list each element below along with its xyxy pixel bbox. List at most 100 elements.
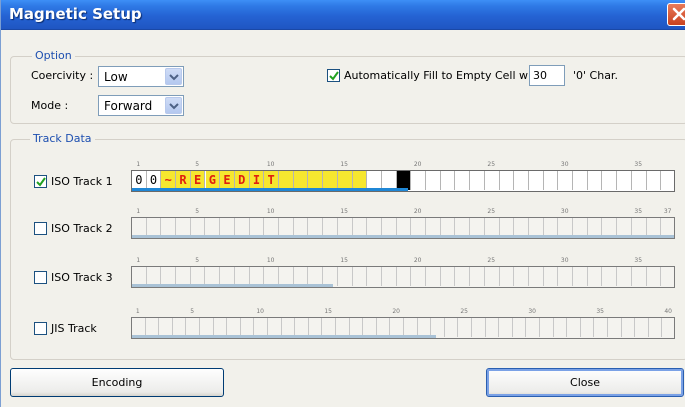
track-cell[interactable] <box>544 267 559 286</box>
ruler-tick: 35 <box>634 257 643 264</box>
track-cell[interactable] <box>567 318 581 337</box>
ruler-tick: 15 <box>340 257 349 264</box>
track-fill-bar <box>132 335 436 338</box>
track-cell[interactable] <box>411 171 427 190</box>
track-cell[interactable] <box>662 318 674 337</box>
track-ruler: 1 5 10 15 20 25 30 35 <box>131 161 675 170</box>
track-cell[interactable] <box>558 267 574 286</box>
ruler-tick: 30 <box>560 257 569 264</box>
track-cell[interactable] <box>588 267 603 286</box>
track-cell[interactable] <box>544 171 559 190</box>
track-cell[interactable] <box>602 171 618 190</box>
ruler-tick: 5 <box>195 161 200 168</box>
close-icon[interactable] <box>667 3 685 26</box>
track-cell[interactable] <box>554 318 568 337</box>
ruler-tick: 20 <box>413 161 422 168</box>
track-cell[interactable] <box>445 318 459 337</box>
track-cell[interactable] <box>573 171 588 190</box>
ruler-tick: 25 <box>487 208 496 215</box>
ruler-tick: 1 <box>136 208 141 215</box>
track-cell[interactable] <box>411 267 427 286</box>
track-ruler: 1 5 10 15 20 25 30 35 40 <box>131 308 675 317</box>
track-fill-bar <box>132 284 333 287</box>
coercivity-value: Low <box>104 70 128 84</box>
ruler-tick: 35 <box>634 208 643 215</box>
track-checkbox[interactable] <box>34 175 47 188</box>
track-cell[interactable] <box>426 267 441 286</box>
track-cell[interactable] <box>635 318 649 337</box>
track-cell[interactable] <box>382 267 397 286</box>
track-checkbox[interactable] <box>34 322 47 335</box>
track-cell[interactable] <box>499 318 513 337</box>
track-cell[interactable] <box>617 171 632 190</box>
ruler-tick: 20 <box>413 208 422 215</box>
track-cell[interactable] <box>581 318 595 337</box>
track-cell[interactable] <box>608 318 622 337</box>
ruler-tick: 25 <box>460 308 469 315</box>
ruler-tick: 20 <box>413 257 422 264</box>
track-cell[interactable] <box>622 318 636 337</box>
track-cell[interactable] <box>500 171 515 190</box>
chevron-down-icon[interactable] <box>165 97 182 114</box>
track-cell[interactable] <box>514 171 529 190</box>
ruler-tick: 5 <box>195 208 200 215</box>
track-cell[interactable] <box>632 267 647 286</box>
track-cell[interactable] <box>485 171 500 190</box>
track-cell[interactable] <box>649 318 663 337</box>
track-cell[interactable] <box>441 267 456 286</box>
track-cell[interactable] <box>397 267 412 286</box>
track-cell[interactable] <box>558 171 574 190</box>
track-cell-grid[interactable]: 0 0 ~ R E G E D I T <box>131 170 675 192</box>
track-cell[interactable] <box>540 318 554 337</box>
track-cell[interactable] <box>485 267 500 286</box>
track-cell[interactable] <box>426 171 441 190</box>
track-cell[interactable] <box>500 267 515 286</box>
track-cell[interactable] <box>441 171 456 190</box>
chevron-down-icon[interactable] <box>165 68 182 85</box>
track-cell[interactable] <box>367 267 382 286</box>
track-cell[interactable] <box>458 318 472 337</box>
ruler-tick: 15 <box>340 208 349 215</box>
autofill-label: Automatically Fill to Empty Cell with <box>344 69 543 82</box>
track-cell-grid[interactable] <box>131 217 675 239</box>
track-ruler: 1 5 10 15 20 25 30 35 37 <box>131 208 675 217</box>
track-cell[interactable] <box>647 267 662 286</box>
track-cell-grid[interactable] <box>131 266 675 288</box>
track-checkbox[interactable] <box>34 271 47 284</box>
track-cell[interactable] <box>455 171 471 190</box>
coercivity-select[interactable]: Low <box>98 66 184 87</box>
track-cell[interactable] <box>617 267 632 286</box>
autofill-checkbox[interactable] <box>327 69 340 82</box>
track-cell[interactable] <box>470 267 485 286</box>
track-cell[interactable] <box>529 267 544 286</box>
track-cell[interactable] <box>514 267 529 286</box>
track-cell[interactable] <box>529 171 544 190</box>
track-cell[interactable] <box>472 318 486 337</box>
track-cell[interactable] <box>455 267 471 286</box>
track-cell[interactable] <box>602 267 618 286</box>
autofill-count-field[interactable] <box>530 66 564 85</box>
autofill-count-input[interactable] <box>529 65 565 86</box>
track-checkbox[interactable] <box>34 222 47 235</box>
track-cell[interactable] <box>470 171 485 190</box>
ruler-tick: 40 <box>664 308 673 315</box>
track-cell[interactable] <box>513 318 527 337</box>
track-cell[interactable] <box>486 318 500 337</box>
encoding-button[interactable]: Encoding <box>10 368 224 397</box>
track-cell[interactable] <box>661 171 674 190</box>
mode-select[interactable]: Forward <box>98 95 184 116</box>
close-button[interactable]: Close <box>486 368 684 397</box>
track-cell[interactable] <box>647 171 662 190</box>
track-cell-grid[interactable] <box>131 317 675 339</box>
autofill-suffix: '0' Char. <box>573 69 618 82</box>
track-cell[interactable] <box>661 267 674 286</box>
track-cell[interactable] <box>632 171 647 190</box>
track-cell[interactable] <box>573 267 588 286</box>
track-cell[interactable] <box>594 318 608 337</box>
track-cell[interactable] <box>353 267 368 286</box>
track-cell[interactable] <box>338 267 353 286</box>
track-cell[interactable] <box>588 171 603 190</box>
track-cell[interactable] <box>526 318 540 337</box>
track-label: ISO Track 1 <box>51 175 113 188</box>
ruler-tick: 15 <box>340 161 349 168</box>
